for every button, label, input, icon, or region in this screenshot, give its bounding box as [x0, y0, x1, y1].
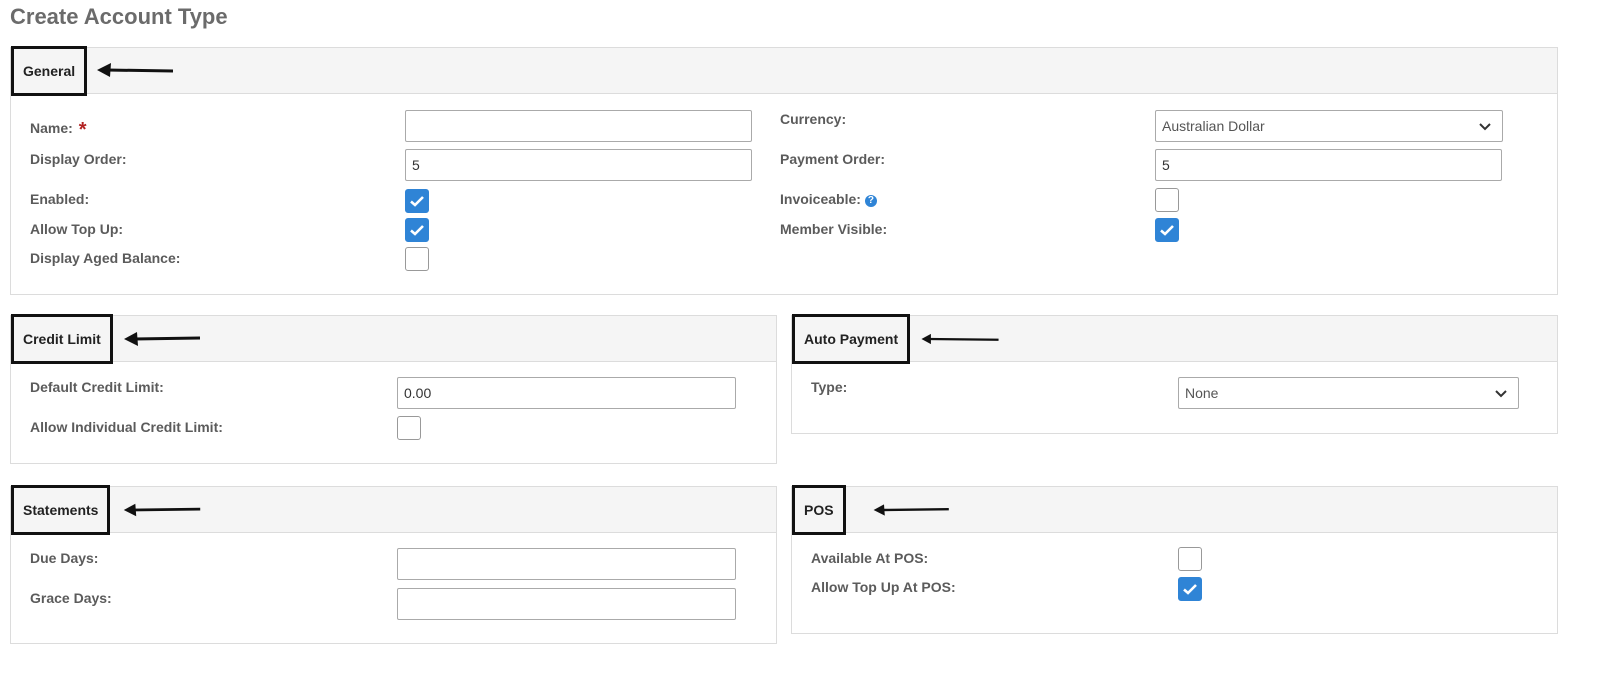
chevron-down-icon	[1495, 390, 1507, 398]
statements-title: Statements	[23, 502, 99, 518]
due-days-input[interactable]	[397, 548, 736, 580]
statements-panel: Statements Due Days: Grace Days:	[10, 485, 777, 644]
pos-panel: POS Available At POS: Allow Top Up At PO…	[791, 485, 1558, 634]
name-label: Name: *	[30, 116, 87, 141]
credit-limit-panel: Credit Limit Default Credit Limit: Allow…	[10, 314, 777, 464]
arrow-left-icon	[123, 503, 201, 517]
arrow-left-icon	[97, 63, 174, 77]
grace-days-input[interactable]	[397, 588, 736, 620]
arrow-left-icon	[921, 333, 999, 345]
pos-panel-header: POS	[792, 485, 1557, 535]
payment-order-input[interactable]	[1155, 149, 1502, 181]
allow-top-up-at-pos-label: Allow Top Up At POS:	[811, 579, 956, 595]
invoiceable-checkbox[interactable]	[1155, 188, 1179, 212]
payment-order-label: Payment Order:	[780, 151, 886, 167]
general-panel-header: General	[11, 46, 1557, 96]
auto-payment-type-value: None	[1185, 385, 1219, 401]
pos-title: POS	[804, 502, 834, 518]
statements-title-highlight: Statements	[11, 485, 111, 535]
invoiceable-label: Invoiceable:?	[780, 191, 877, 208]
check-icon	[410, 225, 424, 236]
name-label-text: Name:	[30, 120, 73, 136]
display-aged-balance-label: Display Aged Balance:	[30, 250, 181, 266]
auto-payment-title: Auto Payment	[804, 331, 899, 347]
auto-payment-title-highlight: Auto Payment	[792, 314, 911, 364]
auto-payment-panel-header: Auto Payment	[792, 314, 1557, 364]
allow-top-up-label: Allow Top Up:	[30, 221, 124, 237]
statements-panel-header: Statements	[11, 485, 776, 535]
display-order-input[interactable]	[405, 149, 752, 181]
page-title: Create Account Type	[10, 4, 228, 29]
auto-payment-panel: Auto Payment Type: None	[791, 314, 1558, 434]
arrow-left-icon	[124, 332, 201, 346]
allow-top-up-checkbox[interactable]	[405, 218, 429, 242]
available-at-pos-checkbox[interactable]	[1178, 547, 1202, 571]
grace-days-label: Grace Days:	[30, 590, 112, 606]
required-mark: *	[78, 119, 87, 141]
currency-label: Currency:	[780, 111, 847, 127]
available-at-pos-label: Available At POS:	[811, 550, 929, 566]
allow-individual-credit-limit-checkbox[interactable]	[397, 416, 421, 440]
credit-limit-title: Credit Limit	[23, 331, 101, 347]
chevron-down-icon	[1479, 123, 1491, 131]
general-panel: General Name: * Display Order: Enabled: A…	[10, 46, 1558, 295]
default-credit-limit-label: Default Credit Limit:	[30, 379, 164, 395]
question-circle-icon[interactable]: ?	[864, 195, 877, 207]
credit-limit-panel-header: Credit Limit	[11, 314, 776, 364]
member-visible-checkbox[interactable]	[1155, 218, 1179, 242]
general-title-highlight: General	[11, 46, 88, 96]
pos-title-highlight: POS	[792, 485, 846, 535]
arrow-left-icon	[873, 504, 949, 516]
check-icon	[410, 196, 424, 207]
member-visible-label: Member Visible:	[780, 221, 888, 237]
default-credit-limit-input[interactable]	[397, 377, 736, 409]
currency-select-value: Australian Dollar	[1162, 118, 1265, 134]
invoiceable-label-text: Invoiceable:	[780, 191, 861, 207]
enabled-label: Enabled:	[30, 191, 90, 207]
check-icon	[1183, 584, 1197, 595]
name-input[interactable]	[405, 110, 752, 142]
credit-limit-title-highlight: Credit Limit	[11, 314, 113, 364]
enabled-checkbox[interactable]	[405, 189, 429, 213]
check-icon	[1160, 225, 1174, 236]
auto-payment-type-label: Type:	[811, 379, 848, 395]
due-days-label: Due Days:	[30, 550, 99, 566]
auto-payment-type-select[interactable]: None	[1178, 377, 1519, 409]
allow-top-up-at-pos-checkbox[interactable]	[1178, 577, 1202, 601]
allow-individual-credit-limit-label: Allow Individual Credit Limit:	[30, 419, 223, 435]
display-aged-balance-checkbox[interactable]	[405, 247, 429, 271]
general-title: General	[23, 63, 76, 79]
currency-select[interactable]: Australian Dollar	[1155, 110, 1503, 142]
display-order-label: Display Order:	[30, 151, 127, 167]
